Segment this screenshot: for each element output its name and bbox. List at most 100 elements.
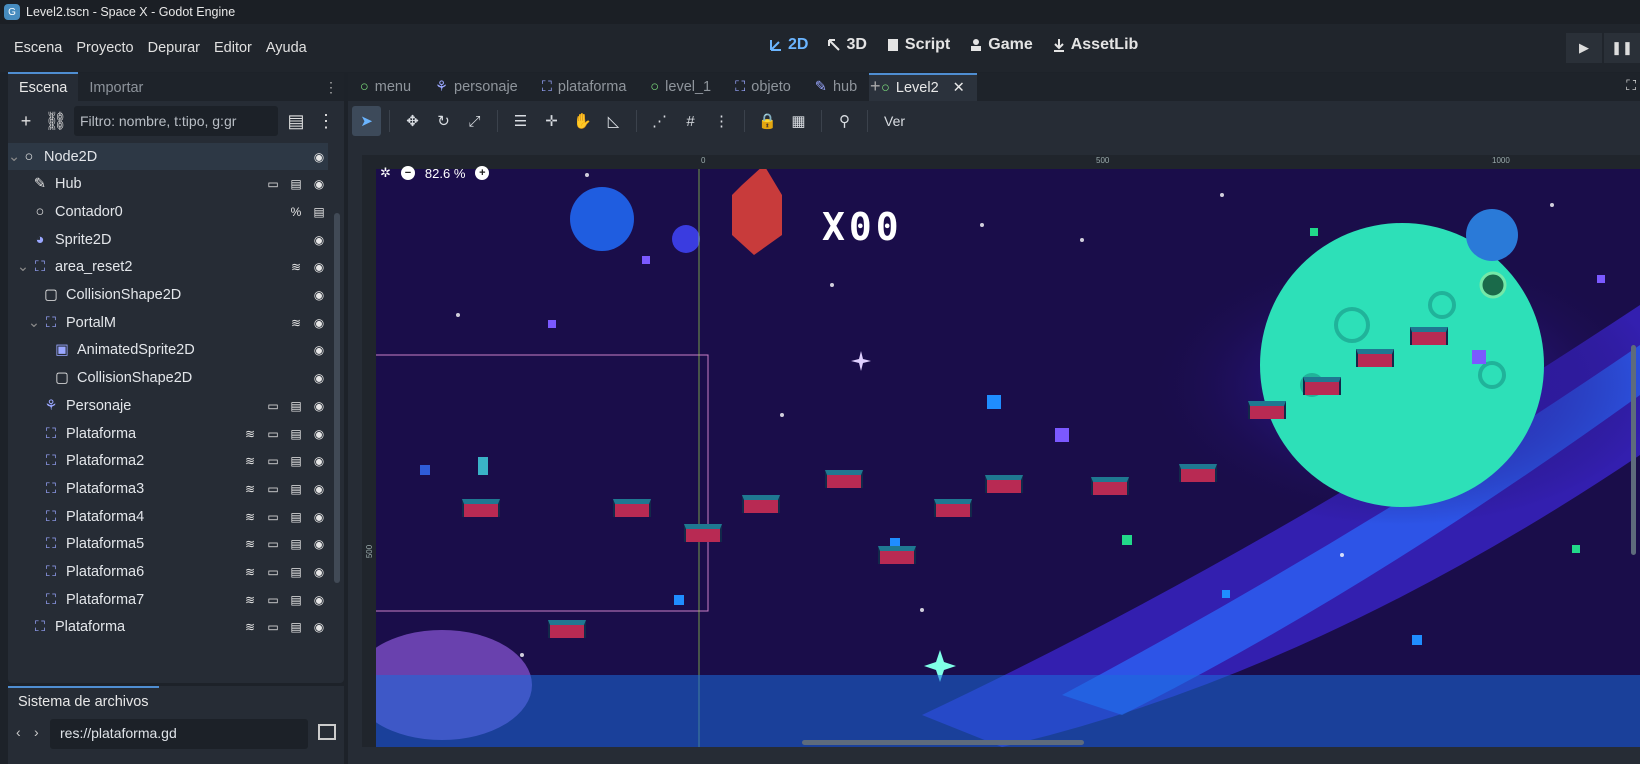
canvas-viewport[interactable]: 0 500 1000 500 ✲ − 82.6 % + X00	[362, 155, 1640, 747]
script-icon[interactable]: ▤	[287, 480, 305, 498]
fullscreen-icon[interactable]: ⛶	[1626, 77, 1636, 94]
scene-tab[interactable]: ○ level_1	[638, 73, 723, 101]
menu-ayuda[interactable]: Ayuda	[259, 40, 314, 56]
split-view-icon[interactable]	[318, 724, 336, 740]
add-script-icon[interactable]: ▤	[284, 109, 308, 133]
add-tab-icon[interactable]: +	[870, 76, 881, 97]
platform-sprite[interactable]	[1248, 401, 1286, 419]
script-icon[interactable]: ▤	[310, 203, 328, 221]
scene-filter-input[interactable]: Filtro: nombre, t:tipo, g:gr ⌕	[74, 106, 278, 136]
tree-node[interactable]: ▢ CollisionShape2D ◉	[8, 365, 328, 392]
workspace-assetlib[interactable]: AssetLib	[1051, 36, 1138, 54]
center-view-icon[interactable]: ✲	[380, 165, 391, 181]
script-icon[interactable]: ▤	[287, 535, 305, 553]
signal-icon[interactable]: ≋	[241, 535, 259, 553]
visibility-icon[interactable]: ◉	[310, 148, 328, 166]
visibility-icon[interactable]: ◉	[310, 591, 328, 609]
scene-tab[interactable]: ✎ hub	[803, 73, 869, 101]
signal-icon[interactable]: ≋	[241, 480, 259, 498]
scene-tree-scrollbar[interactable]	[334, 213, 340, 583]
visibility-icon[interactable]: ◉	[310, 231, 328, 249]
move-tool-icon[interactable]: ✥	[398, 106, 427, 136]
tree-node[interactable]: ◕ Sprite2D ◉	[8, 226, 328, 253]
scene-tab[interactable]: ○ menu	[348, 73, 423, 101]
scene-instance-icon[interactable]: ▭	[264, 563, 282, 581]
tree-node[interactable]: ✎ Hub ▭ ▤ ◉	[8, 171, 328, 198]
filesystem-path-input[interactable]: res://plataforma.gd	[50, 719, 308, 749]
more-icon[interactable]: ⋮	[314, 109, 338, 133]
visibility-icon[interactable]: ◉	[310, 618, 328, 636]
signal-icon[interactable]: ≋	[287, 314, 305, 332]
link-icon[interactable]: ⛓	[44, 109, 68, 133]
zoom-level[interactable]: 82.6 %	[425, 166, 465, 181]
grid-snap-icon[interactable]: #	[676, 106, 705, 136]
tree-node[interactable]: ⛶ Plataforma ≋ ▭ ▤ ◉	[8, 420, 328, 447]
tree-node[interactable]: ⛶ Plataforma7 ≋ ▭ ▤ ◉	[8, 586, 328, 613]
tree-node[interactable]: ⛶ Plataforma6 ≋ ▭ ▤ ◉	[8, 559, 328, 586]
platform-sprite[interactable]	[742, 495, 780, 513]
tree-node[interactable]: ⛶ Plataforma5 ≋ ▭ ▤ ◉	[8, 531, 328, 558]
dock-menu-icon[interactable]: ⋮	[324, 79, 338, 96]
menu-editor[interactable]: Editor	[207, 40, 259, 56]
scene-instance-icon[interactable]: ▭	[264, 452, 282, 470]
tree-node[interactable]: ○ Contador0% ▤	[8, 198, 328, 225]
nav-forward-icon[interactable]: ›	[34, 724, 39, 740]
zoom-out-icon[interactable]: −	[400, 166, 415, 180]
script-icon[interactable]: ▤	[287, 397, 305, 415]
scene-tab[interactable]: ⛶ plataforma	[530, 73, 639, 101]
tree-node[interactable]: ⌄ ⛶ PortalM ≋ ◉	[8, 309, 328, 336]
tree-node[interactable]: ⛶ Plataforma3 ≋ ▭ ▤ ◉	[8, 475, 328, 502]
scene-tab[interactable]: ⚘ personaje	[423, 73, 530, 101]
scene-tab[interactable]: ○ Level2 ✕	[869, 73, 977, 101]
list-select-icon[interactable]: ☰	[506, 106, 535, 136]
menu-escena[interactable]: Escena	[7, 40, 69, 56]
platform-sprite[interactable]	[1091, 477, 1129, 495]
visibility-icon[interactable]: ◉	[310, 535, 328, 553]
script-icon[interactable]: ▤	[287, 508, 305, 526]
visibility-icon[interactable]: ◉	[310, 480, 328, 498]
close-tab-icon[interactable]: ✕	[953, 80, 965, 96]
signal-icon[interactable]: ≋	[241, 618, 259, 636]
scene-instance-icon[interactable]: ▭	[264, 508, 282, 526]
tree-node[interactable]: ▢ CollisionShape2D ◉	[8, 282, 328, 309]
pan-tool-icon[interactable]: ✋	[568, 106, 597, 136]
platform-sprite[interactable]	[1356, 349, 1394, 367]
signal-icon[interactable]: ≋	[241, 563, 259, 581]
platform-sprite[interactable]	[1410, 327, 1448, 345]
pause-icon[interactable]: ❚❚	[1604, 33, 1640, 63]
select-tool-icon[interactable]: ➤	[352, 106, 381, 136]
scene-instance-icon[interactable]: ▭	[264, 480, 282, 498]
lock-icon[interactable]: 🔒	[753, 106, 782, 136]
visibility-icon[interactable]: ◉	[310, 258, 328, 276]
script-icon[interactable]: ▤	[287, 175, 305, 193]
signal-icon[interactable]: ≋	[287, 258, 305, 276]
tab-escena[interactable]: Escena	[8, 72, 79, 101]
bone-icon[interactable]: ⚲	[830, 106, 859, 136]
tree-node[interactable]: ⛶ Plataforma2 ≋ ▭ ▤ ◉	[8, 448, 328, 475]
tab-filesystem[interactable]: Sistema de archivos	[8, 686, 159, 716]
tree-node[interactable]: ▣ AnimatedSprite2D ◉	[8, 337, 328, 364]
script-icon[interactable]: ▤	[287, 591, 305, 609]
pivot-tool-icon[interactable]: ✛	[537, 106, 566, 136]
workspace-2d[interactable]: 2D	[768, 36, 808, 54]
signal-icon[interactable]: ≋	[241, 425, 259, 443]
visibility-icon[interactable]: ◉	[310, 314, 328, 332]
visibility-icon[interactable]: ◉	[310, 397, 328, 415]
script-icon[interactable]: ▤	[287, 452, 305, 470]
platform-sprite[interactable]	[878, 546, 916, 564]
ruler-tool-icon[interactable]: ◺	[599, 106, 628, 136]
menu-depurar[interactable]: Depurar	[141, 40, 207, 56]
group-icon[interactable]: ▦	[784, 106, 813, 136]
signal-icon[interactable]: ≋	[241, 591, 259, 609]
visibility-icon[interactable]: ◉	[310, 286, 328, 304]
viewport-hscrollbar[interactable]	[802, 740, 1084, 745]
tree-node[interactable]: ⚘ Personaje ▭ ▤ ◉	[8, 392, 328, 419]
tree-node[interactable]: ⌄ ○ Node2D ◉	[8, 143, 328, 170]
nav-back-icon[interactable]: ‹	[16, 724, 21, 740]
scene-instance-icon[interactable]: ▭	[264, 618, 282, 636]
tree-node[interactable]: ⛶ Plataforma4 ≋ ▭ ▤ ◉	[8, 503, 328, 530]
platform-sprite[interactable]	[1303, 377, 1341, 395]
platform-sprite[interactable]	[1179, 464, 1217, 482]
tab-importar[interactable]: Importar	[78, 74, 154, 101]
unique-name-icon[interactable]: %	[287, 203, 305, 221]
